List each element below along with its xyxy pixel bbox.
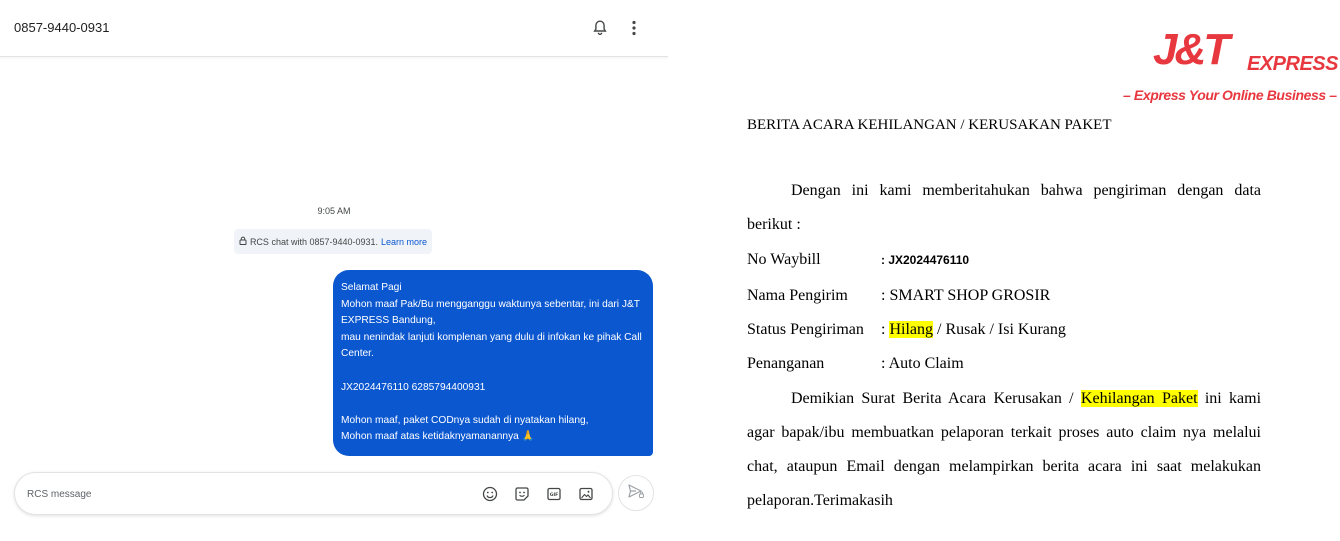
svg-text:GIF: GIF (550, 492, 559, 498)
contact-name: 0857-9440-0931 (14, 20, 110, 35)
intro-line: Dengan ini kami memberitahukan bahwa pen… (791, 182, 1261, 199)
sender-value: : SMART SHOP GROSIR (881, 287, 1051, 304)
message-composer: GIF (14, 472, 613, 515)
closing-line: Demikian Surat Berita Acara Kerusakan / … (747, 382, 1261, 416)
handling-row: Penanganan : Auto Claim (747, 352, 964, 376)
sticker-icon[interactable] (512, 484, 532, 504)
chat-header: 0857-9440-0931 (0, 0, 668, 57)
send-button[interactable] (618, 475, 654, 511)
message-line: Mohon maaf, paket CODnya sudah di nyatak… (341, 414, 589, 426)
closing-line: pelaporan.Terimakasih (747, 492, 893, 509)
closing-line: agar bapak/ibu membuatkan pelaporan terk… (747, 424, 1261, 441)
emoji-icon[interactable] (480, 484, 500, 504)
logo-suffix: EXPRESS (1247, 53, 1338, 75)
rcs-message-input[interactable] (27, 485, 467, 503)
sender-row: Nama Pengirim : SMART SHOP GROSIR (747, 284, 1050, 308)
logo-tagline: – Express Your Online Business – (1123, 87, 1337, 103)
sender-label: Nama Pengirim (747, 287, 848, 304)
bell-icon[interactable] (588, 16, 612, 40)
gif-icon[interactable]: GIF (544, 484, 564, 504)
message-line: Center. (341, 348, 374, 360)
waybill-value: : JX2024476110 (881, 253, 970, 267)
gallery-icon[interactable] (576, 484, 596, 504)
document-title: BERITA ACARA KEHILANGAN / KERUSAKAN PAKE… (747, 117, 1112, 133)
message-line: Mohon maaf atas ketidaknyamanannya 🙏 (341, 431, 535, 443)
send-icon (627, 483, 645, 504)
status-highlight: Hilang (889, 321, 933, 338)
status-row: Status Pengiriman: Hilang / Rusak / Isi … (747, 318, 1066, 342)
status-rest: / Rusak / Isi Kurang (933, 321, 1066, 338)
message-line: Mohon maaf Pak/Bu mengganggu waktunya se… (341, 298, 641, 310)
learn-more-link[interactable]: Learn more (381, 237, 427, 247)
message-line: mau nenindak lanjuti komplenan yang dulu… (341, 331, 642, 343)
more-vert-icon[interactable] (622, 16, 646, 40)
rcs-notice-text: RCS chat with 0857-9440-0931. (249, 236, 379, 247)
closing-highlight: Kehilangan Paket (1080, 390, 1198, 407)
message-timestamp: 9:05 AM (317, 206, 351, 216)
message-line: Selamat Pagi (341, 282, 402, 293)
message-line: EXPRESS Bandung, (341, 315, 436, 327)
waybill-row: No Waybill : JX2024476110 (747, 248, 969, 272)
status-label: Status Pengiriman (747, 321, 864, 338)
intro-line: berikut : (747, 216, 801, 233)
rcs-notice: RCS chat with 0857-9440-0931. Learn more (234, 229, 432, 254)
handling-label: Penanganan (747, 355, 825, 372)
waybill-label: No Waybill (747, 251, 821, 268)
incident-report-document: J&T EXPRESS – Express Your Online Busine… (668, 0, 1340, 541)
lock-icon (239, 236, 247, 247)
intro-paragraph: Dengan ini kami memberitahukan bahwa pen… (747, 174, 1261, 242)
closing-text: Demikian Surat Berita Acara Kerusakan / (791, 390, 1081, 407)
logo-brand: J&T (1153, 25, 1230, 74)
closing-paragraph: Demikian Surat Berita Acara Kerusakan / … (747, 382, 1261, 518)
handling-value: : Auto Claim (881, 355, 964, 372)
message-line: JX2024476110 6285794400931 (341, 381, 486, 393)
message-bubble[interactable]: Selamat Pagi Mohon maaf Pak/Bu menggangg… (333, 270, 653, 456)
jnt-express-logo: J&T EXPRESS – Express Your Online Busine… (1123, 22, 1338, 108)
chat-panel: 0857-9440-0931 9:05 AM RCS chat with 085… (0, 0, 668, 541)
closing-line: chat, ataupun Email dengan melampirkan b… (747, 458, 1261, 475)
